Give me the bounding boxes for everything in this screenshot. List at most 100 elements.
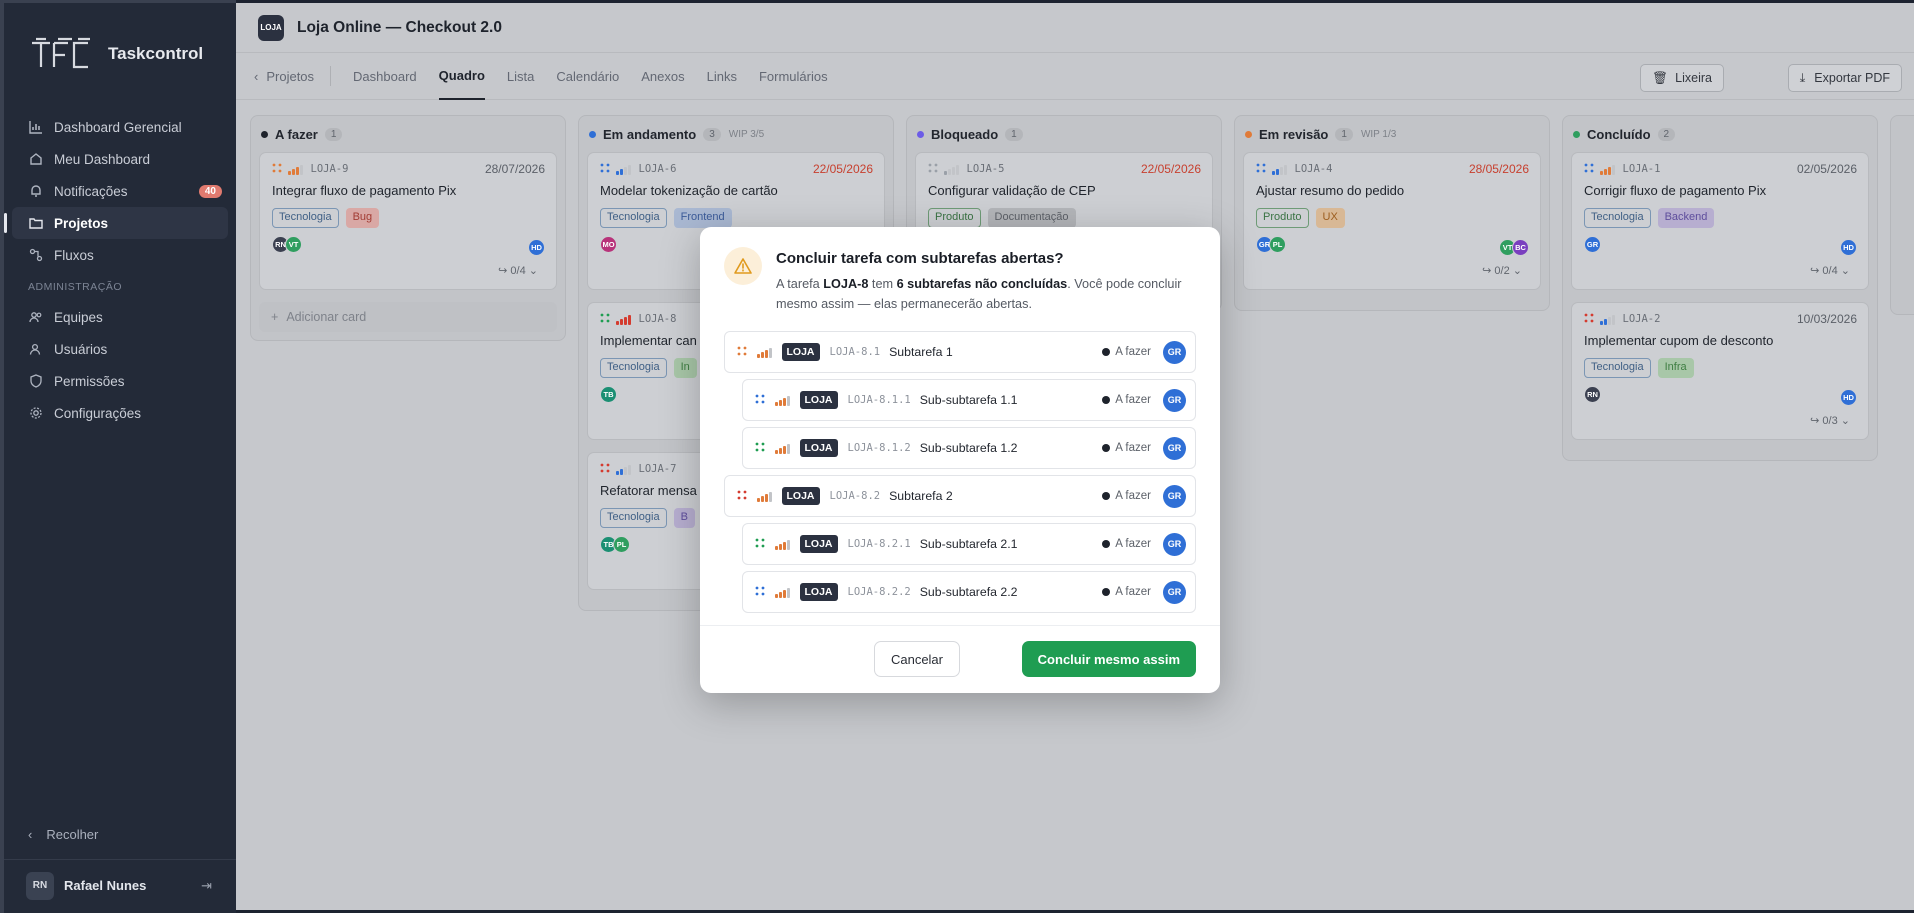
status-dot <box>1245 130 1252 138</box>
app-logo[interactable]: Taskcontrol <box>30 37 203 71</box>
task-type-icon <box>755 394 765 406</box>
task-type-icon <box>755 538 765 550</box>
subtask-status: A fazer <box>1102 538 1151 550</box>
subtask-row[interactable]: LOJA LOJA-8.2.1 Sub-subtarefa 2.1 A fazer GR <box>742 523 1196 565</box>
avatar: HD <box>1840 239 1857 256</box>
priority-icon <box>616 464 631 475</box>
app-name: Taskcontrol <box>108 44 204 63</box>
task-card[interactable]: LOJA-1 02/05/2026 Corrigir fluxo de pagame… <box>1571 152 1869 290</box>
tab-dashboard[interactable]: Dashboard <box>353 53 417 100</box>
card-title: Modelar tokenização de cartão <box>600 183 778 198</box>
subtask-title: Sub-subtarefa 2.1 <box>919 537 1018 551</box>
collapse-sidebar-button[interactable]: ‹ Recolher <box>28 827 98 842</box>
subtask-counter[interactable]: ↪ 0/3 ⌄ <box>1810 414 1850 427</box>
tab-lista[interactable]: Lista <box>507 53 534 100</box>
tab-quadro[interactable]: Quadro <box>438 53 485 100</box>
sidebar-item-label: Projetos <box>54 215 109 231</box>
trash-button[interactable]: 🗑 Lixeira <box>1640 64 1724 92</box>
task-type-icon <box>1256 163 1266 175</box>
task-type-icon <box>737 490 747 502</box>
logout-icon[interactable]: ⇥ <box>201 878 212 894</box>
card-assignees: RN <box>1584 386 1857 404</box>
sidebar-item-fluxos[interactable]: Fluxos <box>4 239 236 271</box>
add-card-button[interactable]: + Adicionar card <box>259 302 557 332</box>
card-tags: Tecnologia Bug <box>272 208 545 228</box>
sidebar-item-equipes[interactable]: Equipes <box>4 301 236 333</box>
sidebar-item-label: Fluxos <box>54 247 94 263</box>
status-dot <box>1573 130 1580 138</box>
subtask-row[interactable]: LOJA LOJA-8.2 Subtarefa 2 A fazer GR <box>724 475 1196 517</box>
subtask-key: LOJA-8.1.2 <box>847 442 911 454</box>
card-title: Integrar fluxo de pagamento Pix <box>272 183 457 198</box>
subtask-row[interactable]: LOJA LOJA-8.1 Subtarefa 1 A fazer GR <box>724 331 1196 373</box>
column-title: A fazer <box>275 126 318 142</box>
tab-formularios[interactable]: Formulários <box>759 53 828 100</box>
column-title: Em revisão <box>1259 126 1329 142</box>
tab-calendario[interactable]: Calendário <box>556 53 619 100</box>
card-key: LOJA-7 <box>638 463 677 475</box>
tab-anexos[interactable]: Anexos <box>641 53 684 100</box>
sidebar-item-permissoes[interactable]: Permissões <box>4 365 236 397</box>
subtask-status: A fazer <box>1102 490 1151 502</box>
avatar: GR <box>1163 388 1186 412</box>
logo-mark-icon <box>30 37 92 71</box>
back-to-projects-link[interactable]: ‹ Projetos <box>254 66 332 86</box>
card-key: LOJA-1 <box>1622 163 1661 175</box>
tag: Documentação <box>987 208 1076 228</box>
priority-icon <box>1600 314 1615 325</box>
tag: Tecnologia <box>600 508 667 528</box>
trash-label: Lixeira <box>1675 71 1712 85</box>
avatar: TB <box>600 386 617 403</box>
dialog-title: Concluir tarefa com subtarefas abertas? <box>776 250 1064 267</box>
notification-count-badge: 40 <box>198 184 222 198</box>
sidebar-item-configuracoes[interactable]: Configurações <box>4 397 236 429</box>
card-reviewers: HD <box>1840 389 1857 406</box>
download-icon: ⤓ <box>1799 70 1806 85</box>
task-card[interactable]: LOJA-4 28/05/2026 Ajustar resumo do pedido… <box>1243 152 1541 290</box>
subtask-counter[interactable]: ↪ 0/4 ⌄ <box>1810 264 1850 277</box>
warning-icon <box>724 247 762 285</box>
due-date: 02/05/2026 <box>1796 162 1857 176</box>
chevron-left-icon: ‹ <box>28 827 33 842</box>
due-date: 10/03/2026 <box>1796 312 1857 326</box>
sidebar-item-usuarios[interactable]: Usuários <box>4 333 236 365</box>
confirm-anyway-button[interactable]: Concluir mesmo assim <box>1021 641 1196 677</box>
tag: Tecnologia <box>1584 358 1651 378</box>
card-assignees: GR <box>1584 236 1857 254</box>
subtask-row[interactable]: LOJA LOJA-8.2.2 Sub-subtarefa 2.2 A fazer GR <box>742 571 1196 613</box>
tag: Bug <box>345 208 380 228</box>
tab-links[interactable]: Links <box>707 53 737 100</box>
bell-icon <box>28 183 44 199</box>
avatar: GR <box>1163 436 1186 460</box>
board-column: A fazer 1 LOJA-9 28/07/2026 Integrar fluxo d… <box>250 115 566 341</box>
subtask-status: A fazer <box>1102 394 1151 406</box>
task-card[interactable]: LOJA-9 28/07/2026 Integrar fluxo de pagame… <box>259 152 557 290</box>
column-header: A fazer 1 <box>259 124 557 144</box>
sidebar-item-dashboard-gerencial[interactable]: Dashboard Gerencial <box>4 111 236 143</box>
subtask-row[interactable]: LOJA LOJA-8.1.2 Sub-subtarefa 1.2 A fazer GR <box>742 427 1196 469</box>
due-date: 28/05/2026 <box>1468 162 1529 176</box>
sidebar-item-label: Meu Dashboard <box>54 151 151 167</box>
subtask-counter[interactable]: ↪ 0/4 ⌄ <box>498 264 538 277</box>
subtask-counter[interactable]: ↪ 0/2 ⌄ <box>1482 264 1522 277</box>
export-pdf-button[interactable]: ⤓ Exportar PDF <box>1787 64 1902 92</box>
card-key: LOJA-4 <box>1294 163 1333 175</box>
gear-icon <box>28 405 44 421</box>
board-column: Concluído 2 LOJA-1 02/05/2026 Corrigir fluxo… <box>1562 115 1878 461</box>
cancel-button[interactable]: Cancelar <box>873 641 960 677</box>
subtask-row[interactable]: LOJA LOJA-8.1.1 Sub-subtarefa 1.1 A fazer GR <box>742 379 1196 421</box>
avatar: VT <box>285 236 302 253</box>
card-tags: Tecnologia Backend <box>1584 208 1857 228</box>
sidebar-item-projetos[interactable]: Projetos <box>4 207 228 239</box>
avatar: MO <box>600 236 617 253</box>
sidebar-item-meu-dashboard[interactable]: Meu Dashboard <box>4 143 236 175</box>
card-key: LOJA-8 <box>638 313 677 325</box>
wip-limit: WIP 3/5 <box>728 128 765 140</box>
card-title: Implementar cupom de desconto <box>1584 333 1774 348</box>
column-count: 3 <box>703 127 721 141</box>
task-card[interactable]: LOJA-2 10/03/2026 Implementar cupom de des… <box>1571 302 1869 440</box>
subtask-title: Subtarefa 1 <box>889 345 953 359</box>
priority-icon <box>757 491 772 502</box>
project-header: LOJA Loja Online — Checkout 2.0 <box>236 3 1914 53</box>
sidebar-item-notificacoes[interactable]: Notificações 40 <box>4 175 236 207</box>
